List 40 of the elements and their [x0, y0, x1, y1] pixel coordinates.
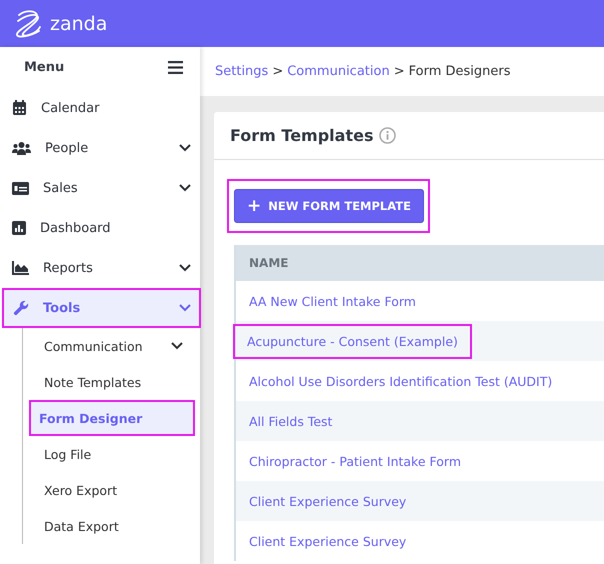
ticket-icon [12, 182, 29, 194]
chevron-down-icon [179, 144, 191, 152]
people-icon [12, 141, 31, 155]
area-chart-icon [12, 261, 29, 275]
sidebar-item[interactable]: Reports [0, 248, 200, 288]
chevron-down-icon [179, 184, 191, 192]
calendar-icon [12, 100, 27, 116]
breadcrumb-link[interactable]: Settings [215, 64, 268, 79]
template-link[interactable]: Acupuncture - Consent (Example) [233, 324, 472, 358]
breadcrumb-text: > [272, 64, 284, 79]
chevron-down-icon [179, 304, 191, 312]
menu-icon[interactable] [168, 61, 183, 74]
template-link[interactable]: AA New Client Intake Form [236, 284, 429, 318]
chevron-down-icon [171, 342, 183, 350]
submenu-item[interactable]: Communication [29, 328, 195, 364]
new-form-template-button[interactable]: + NEW FORM TEMPLATE [234, 189, 424, 223]
submenu-item[interactable]: Form Designer [29, 400, 195, 436]
sidebar-item[interactable]: Calendar [0, 88, 200, 128]
bar-chart-icon [12, 221, 26, 235]
breadcrumb-text: > [394, 64, 405, 79]
wrench-icon [13, 300, 29, 316]
sidebar-item[interactable]: Tools [2, 288, 201, 328]
submenu-item[interactable]: Log File [29, 436, 195, 472]
template-link[interactable]: Alcohol Use Disorders Identification Test (AUDIT) [236, 364, 566, 398]
submenu-item[interactable]: Data Export [29, 508, 195, 544]
template-link[interactable]: Client Experience Survey [236, 524, 420, 558]
menu-title: Menu [24, 60, 64, 75]
submenu-item[interactable]: Xero Export [29, 472, 195, 508]
sidebar-item[interactable]: Dashboard [0, 208, 200, 248]
breadcrumb-link[interactable]: Communication [287, 64, 390, 79]
sidebar-item[interactable]: People [0, 128, 200, 168]
submenu-item[interactable]: Note Templates [29, 364, 195, 400]
column-header: NAME [236, 245, 604, 281]
brand-name: zanda [50, 12, 108, 34]
card-title: Form Templates [230, 126, 374, 145]
sidebar-item[interactable]: Sales [0, 168, 200, 208]
template-link[interactable]: Chiropractor - Patient Intake Form [236, 444, 474, 478]
logo-icon [14, 8, 44, 38]
chevron-down-icon [179, 264, 191, 272]
breadcrumb-text: Form Designers [408, 64, 510, 79]
